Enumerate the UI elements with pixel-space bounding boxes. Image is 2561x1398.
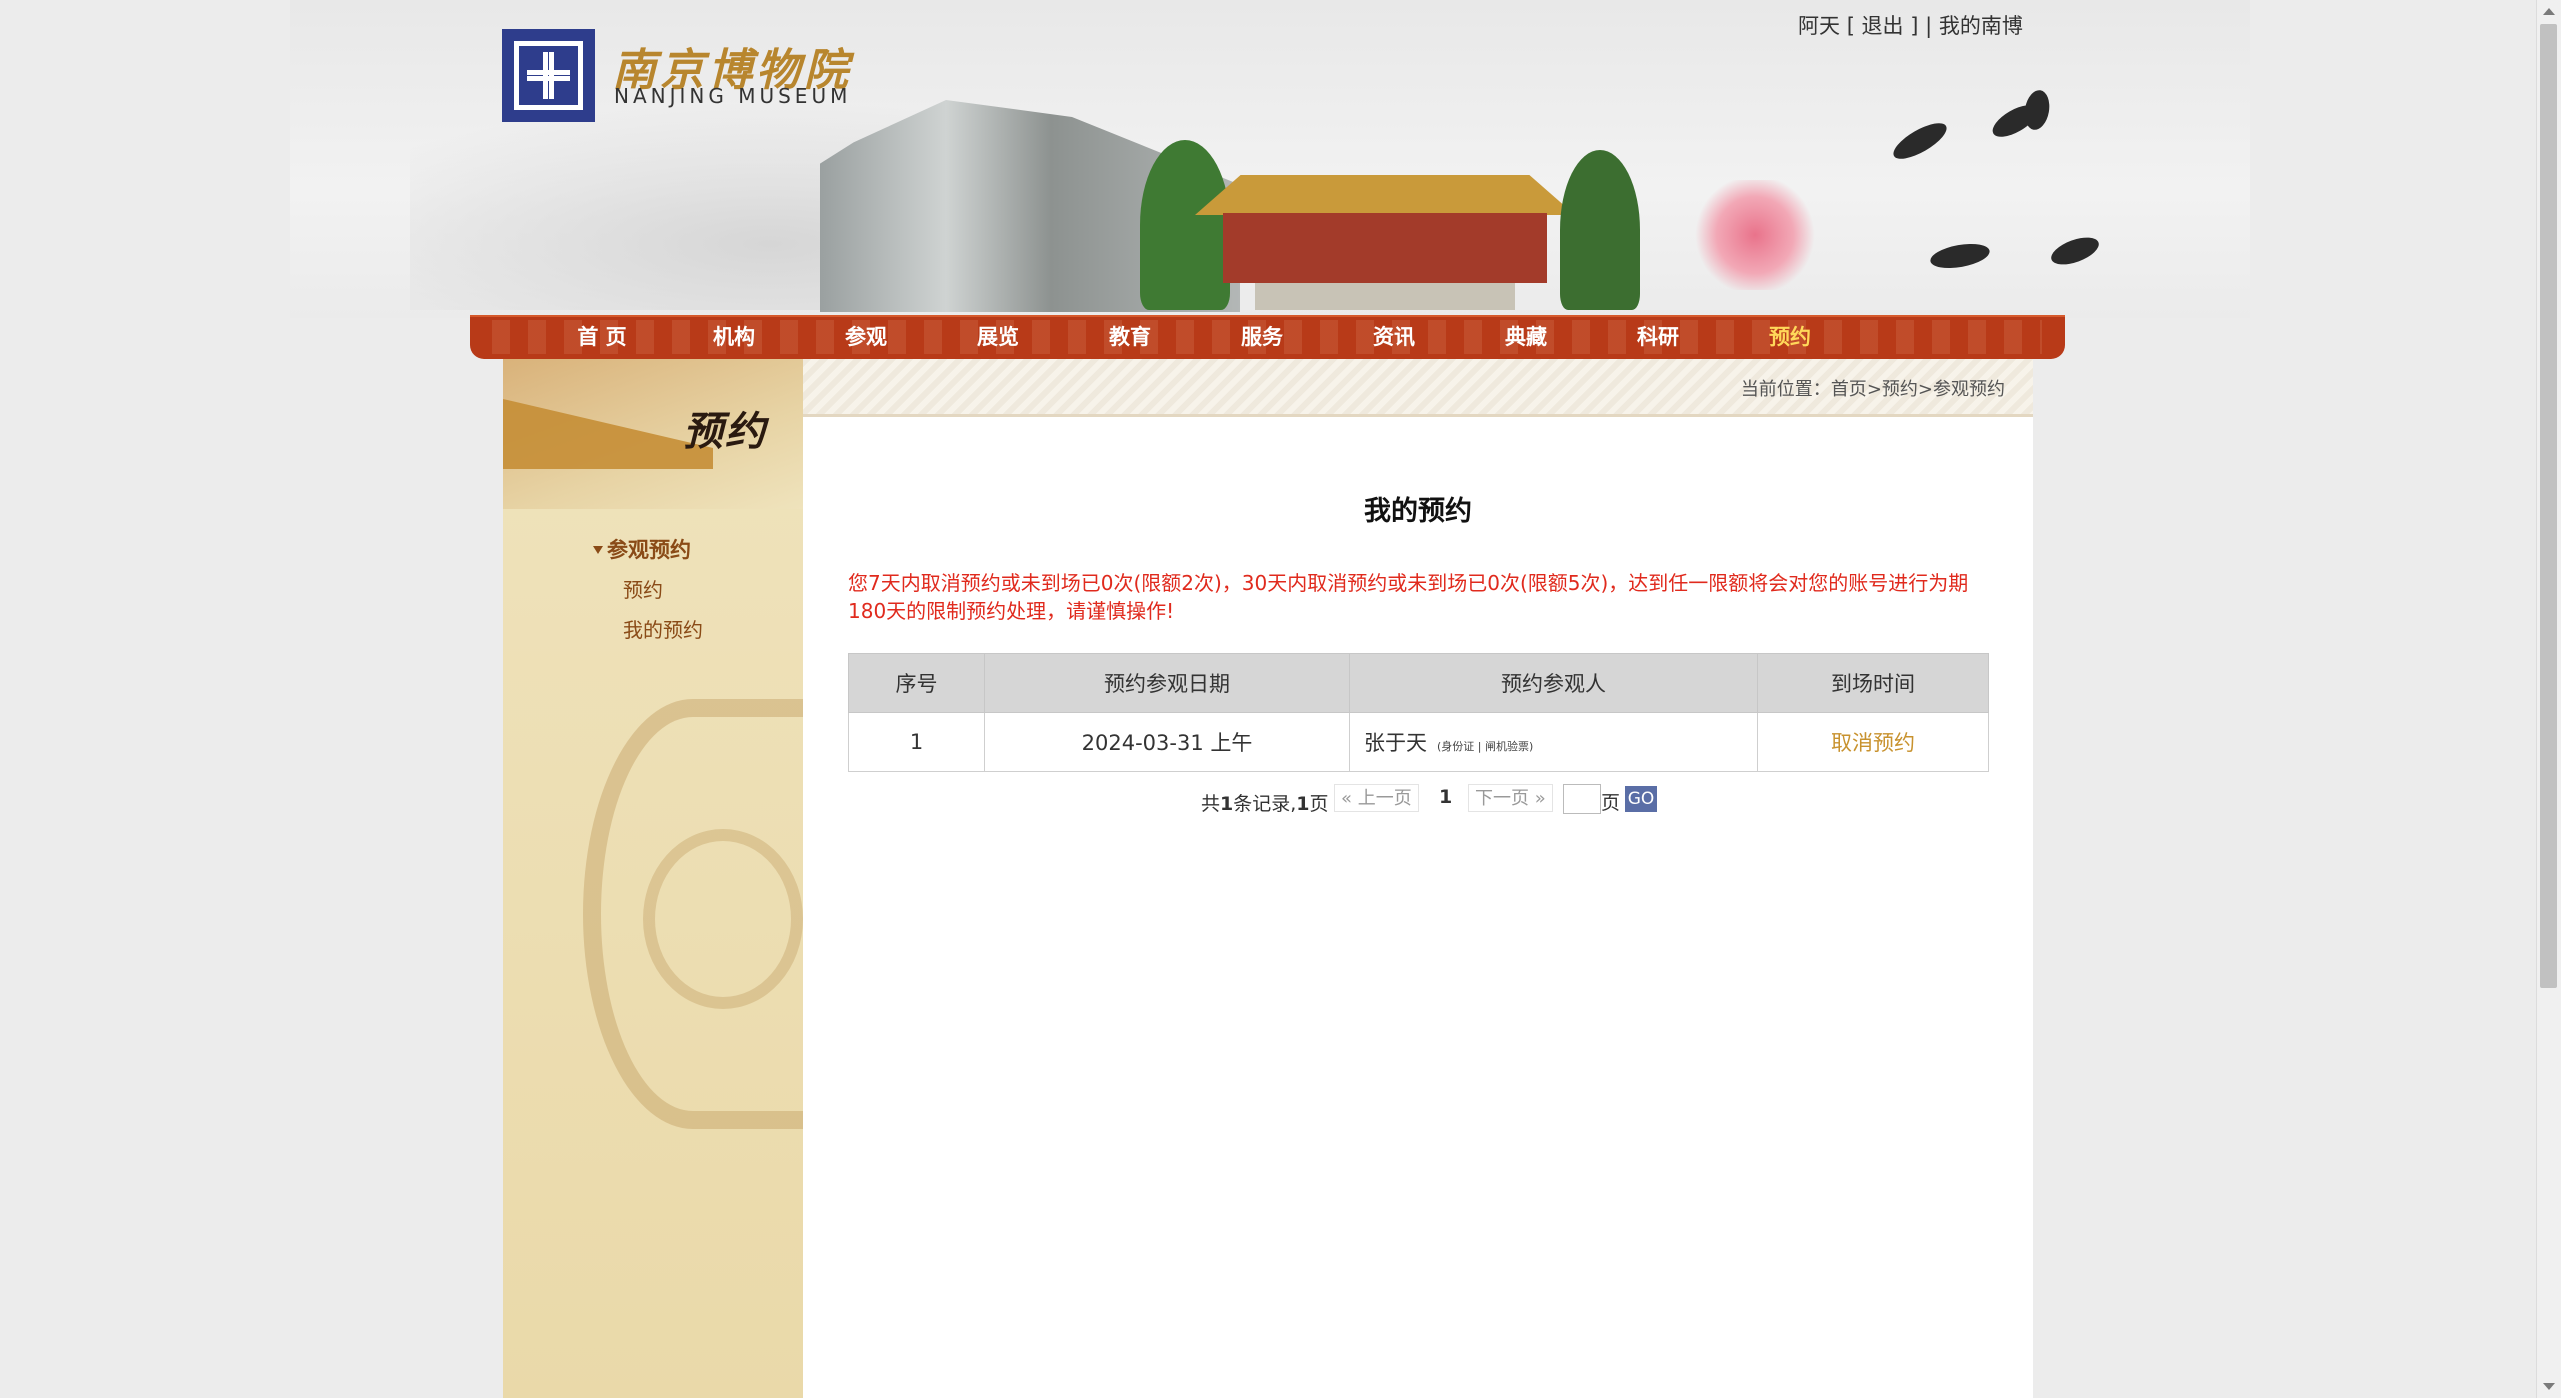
total-pages: 1: [1296, 793, 1310, 815]
prev-page-button[interactable]: « 上一页: [1334, 784, 1419, 812]
page-title: 我的预约: [1364, 496, 1472, 527]
scroll-ornament-decoration: [643, 829, 803, 1009]
nav-collection[interactable]: 典藏: [1476, 323, 1576, 351]
scrollbar-thumb[interactable]: [2540, 24, 2557, 988]
user-links: 阿天 [ 退出 ] | 我的南博: [1798, 10, 2023, 40]
breadcrumb-prefix: 当前位置：: [1740, 379, 1831, 400]
scroll-down-arrow-icon[interactable]: [2543, 1383, 2555, 1390]
nav-visit[interactable]: 参观: [816, 323, 916, 351]
fish-illustration: [2047, 232, 2103, 270]
fish-illustration: [1888, 116, 1952, 166]
sidebar-item-my-reservations[interactable]: 我的预约: [623, 614, 703, 643]
reservation-limit-notice: 您7天内取消预约或未到场已0次(限额2次)，30天内取消预约或未到场已0次(限额…: [848, 571, 1969, 623]
peony-flower-illustration: [1690, 180, 1820, 290]
sidebar-item-reserve[interactable]: 预约: [623, 574, 663, 603]
main-nav: 首 页 机构 参观 展览 教育 服务 资讯 典藏 科研 预约: [470, 315, 2065, 359]
cancel-reservation-link[interactable]: 取消预约: [1831, 731, 1915, 755]
user-name-link[interactable]: 阿天: [1798, 14, 1840, 38]
fish-illustration: [1928, 239, 1992, 273]
nav-exhibition[interactable]: 展览: [948, 323, 1048, 351]
logout-link[interactable]: [ 退出 ]: [1847, 14, 1919, 38]
breadcrumb: 当前位置：首页>预约>参观预约: [1741, 375, 2005, 401]
site-header: 南京博物院 NANJING MUSEUM: [290, 0, 2250, 318]
sidebar: 预约 参观预约 预约 我的预约: [503, 359, 803, 1398]
column-header-arrival-time: 到场时间: [1757, 653, 1989, 713]
next-page-button[interactable]: 下一页 »: [1468, 784, 1553, 812]
sidebar-section-title: 预约: [683, 408, 767, 455]
page-unit-label: 页: [1601, 792, 1621, 814]
nav-home[interactable]: 首 页: [552, 323, 652, 351]
cell-visitor: 张于天 (身份证 | 闸机验票): [1349, 712, 1758, 772]
tree-illustration: [1560, 150, 1640, 310]
breadcrumb-separator: >: [1866, 379, 1882, 400]
breadcrumb-home[interactable]: 首页: [1831, 379, 1867, 400]
sidebar-group-label: 参观预约: [607, 538, 691, 562]
column-header-visitor: 预约参观人: [1349, 653, 1758, 713]
caret-down-icon: [593, 546, 603, 554]
nav-service[interactable]: 服务: [1212, 323, 1312, 351]
breadcrumb-separator: >: [1917, 379, 1933, 400]
cell-action: 取消预约: [1757, 712, 1989, 772]
breadcrumb-bar: 当前位置：首页>预约>参观预约: [803, 359, 2033, 417]
column-header-no: 序号: [848, 653, 985, 713]
table-row: 1 2024-03-31 上午 张于天 (身份证 | 闸机验票) 取消预约: [848, 712, 1989, 772]
column-header-date: 预约参观日期: [984, 653, 1350, 713]
table-header-row: 序号 预约参观日期 预约参观人 到场时间: [848, 653, 1989, 713]
scroll-up-arrow-icon[interactable]: [2543, 8, 2555, 15]
page-number-input[interactable]: [1563, 784, 1601, 814]
nav-education[interactable]: 教育: [1080, 323, 1180, 351]
logo-english-name[interactable]: NANJING MUSEUM: [614, 84, 851, 108]
vertical-scrollbar[interactable]: [2536, 0, 2561, 1398]
total-records: 1: [1220, 793, 1234, 815]
current-page[interactable]: 1: [1439, 786, 1452, 808]
nav-reservation[interactable]: 预约: [1740, 323, 1840, 351]
visitor-name: 张于天: [1364, 731, 1427, 755]
breadcrumb-visit-reservation[interactable]: 参观预约: [1933, 379, 2005, 400]
temple-hall-illustration: [1195, 165, 1575, 310]
nav-news[interactable]: 资讯: [1344, 323, 1444, 351]
sidebar-group-visit-reservation[interactable]: 参观预约: [593, 534, 691, 564]
nav-research[interactable]: 科研: [1608, 323, 1708, 351]
pagination: 共1条记录,1页 « 上一页 1 下一页 » 页 GO: [803, 784, 2033, 816]
museum-logo-icon[interactable]: [502, 29, 595, 122]
breadcrumb-reservation[interactable]: 预约: [1882, 379, 1918, 400]
cell-no: 1: [848, 712, 985, 772]
main-content: 当前位置：首页>预约>参观预约 我的预约 您7天内取消预约或未到场已0次(限额2…: [803, 359, 2033, 1398]
nav-organization[interactable]: 机构: [684, 323, 784, 351]
visitor-id-note: (身份证 | 闸机验票): [1437, 740, 1534, 753]
cell-date: 2024-03-31 上午: [984, 712, 1350, 772]
go-button[interactable]: GO: [1625, 786, 1657, 812]
my-museum-link[interactable]: 我的南博: [1939, 14, 2023, 38]
link-separator: |: [1925, 14, 1933, 38]
reservation-table: 序号 预约参观日期 预约参观人 到场时间 1 2024-03-31 上午 张于天…: [848, 653, 1989, 772]
pagination-summary: 共1条记录,1页: [1201, 793, 1329, 815]
